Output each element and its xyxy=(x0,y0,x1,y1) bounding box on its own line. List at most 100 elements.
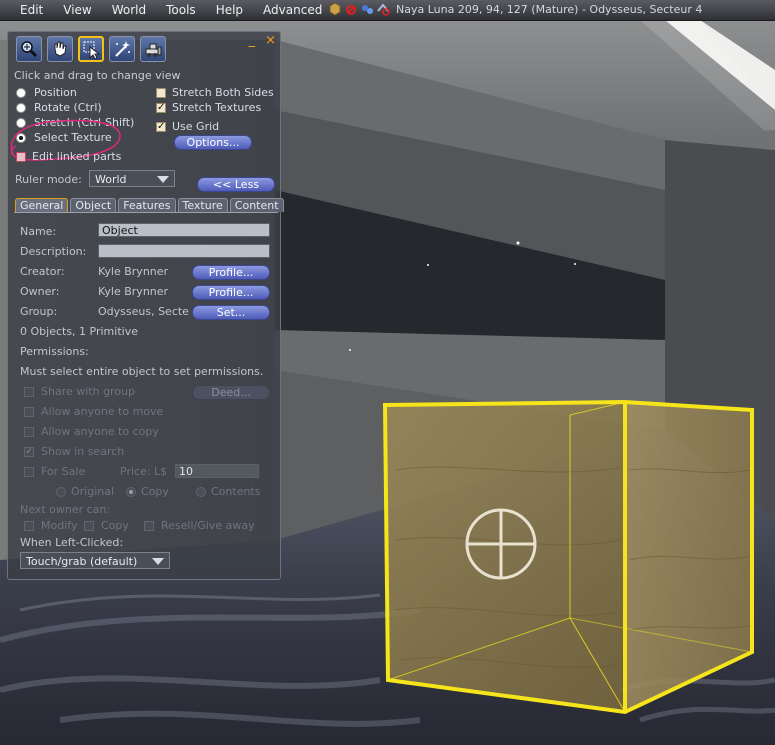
deed-button[interactable]: Deed... xyxy=(192,385,270,400)
hand-icon xyxy=(54,41,67,57)
radio-original[interactable] xyxy=(56,486,66,497)
show-in-search[interactable]: ✓ Show in search xyxy=(24,445,124,458)
description-field[interactable] xyxy=(98,244,270,258)
for-sale-checkbox[interactable] xyxy=(24,466,34,477)
tab-divider xyxy=(14,212,278,213)
sale-copy-label: Copy xyxy=(141,485,169,498)
allow-copy[interactable]: Allow anyone to copy xyxy=(24,425,159,438)
owner-profile-button[interactable]: Profile... xyxy=(192,285,270,300)
edit-linked-label: Edit linked parts xyxy=(32,150,122,163)
stretch-textures-checkbox[interactable]: ✓ xyxy=(156,102,166,113)
menu-advanced[interactable]: Advanced xyxy=(253,3,332,17)
location-text[interactable]: Naya Luna 209, 94, 127 (Mature) - Odysse… xyxy=(396,3,702,16)
mode-position-label: Position xyxy=(34,86,77,99)
allow-move-label: Allow anyone to move xyxy=(41,405,164,418)
floater-controls: _ × xyxy=(242,33,276,48)
tab-features[interactable]: Features xyxy=(118,198,176,212)
copy-label: Copy xyxy=(101,519,129,532)
permissions-label: Permissions: xyxy=(20,345,89,358)
stretch-both-checkbox[interactable] xyxy=(156,87,166,98)
owner-value: Kyle Brynner xyxy=(98,285,169,298)
status-area: Naya Luna 209, 94, 127 (Mature) - Odysse… xyxy=(328,2,702,16)
stretch-both-sides[interactable]: Stretch Both Sides xyxy=(156,86,274,99)
tab-general[interactable]: General xyxy=(15,198,69,212)
allow-move-checkbox[interactable] xyxy=(24,406,34,417)
next-owner-copy[interactable]: Copy xyxy=(84,519,129,532)
stretch-textures-label: Stretch Textures xyxy=(172,101,262,114)
click-action-value: Touch/grab (default) xyxy=(26,555,138,568)
menu-help[interactable]: Help xyxy=(206,3,253,17)
for-sale[interactable]: For Sale xyxy=(24,465,85,478)
menu-tools[interactable]: Tools xyxy=(156,3,206,17)
selected-object-box[interactable] xyxy=(382,399,754,715)
modify-checkbox[interactable] xyxy=(24,520,34,531)
next-owner-resell[interactable]: Resell/Give away xyxy=(144,519,255,532)
crosshair-logo-icon xyxy=(465,508,537,580)
menu-world[interactable]: World xyxy=(102,3,156,17)
land-tool-button[interactable] xyxy=(140,36,166,62)
creator-label: Creator: xyxy=(20,265,65,278)
copy-checkbox[interactable] xyxy=(84,520,94,531)
radio-copy[interactable] xyxy=(126,486,136,497)
options-button[interactable]: Options... xyxy=(174,135,252,150)
ruler-mode-select[interactable]: World xyxy=(89,170,175,187)
sale-contents-label: Contents xyxy=(211,485,261,498)
no-fly-icon[interactable] xyxy=(376,2,390,16)
bulldozer-icon xyxy=(145,43,162,57)
use-grid-checkbox[interactable]: ✓ xyxy=(156,121,166,132)
allow-move[interactable]: Allow anyone to move xyxy=(24,405,163,418)
resell-checkbox[interactable] xyxy=(144,520,154,531)
mode-position[interactable]: Position xyxy=(16,86,77,99)
share-with-group-label: Share with group xyxy=(41,385,136,398)
sale-original[interactable]: Original xyxy=(56,485,114,498)
tab-texture[interactable]: Texture xyxy=(177,198,228,212)
price-field[interactable]: 10 xyxy=(175,464,259,478)
grab-tool-button[interactable] xyxy=(47,36,73,62)
no-build-icon[interactable] xyxy=(344,2,358,16)
allow-copy-label: Allow anyone to copy xyxy=(41,425,159,438)
show-in-search-checkbox[interactable]: ✓ xyxy=(24,446,34,457)
group-value: Odysseus, Secte xyxy=(98,305,189,318)
tab-object[interactable]: Object xyxy=(70,198,117,212)
sale-contents[interactable]: Contents xyxy=(196,485,260,498)
edit-linked-checkbox[interactable] xyxy=(16,151,26,162)
creator-value: Kyle Brynner xyxy=(98,265,169,278)
creator-profile-button[interactable]: Profile... xyxy=(192,265,270,280)
tool-selector xyxy=(16,36,166,62)
radio-position[interactable] xyxy=(16,87,26,98)
menu-view[interactable]: View xyxy=(53,3,101,17)
minimize-button[interactable]: _ xyxy=(248,33,255,48)
radio-contents[interactable] xyxy=(196,486,206,497)
allow-copy-checkbox[interactable] xyxy=(24,426,34,437)
ruler-mode-label: Ruler mode: xyxy=(15,173,82,186)
group-set-button[interactable]: Set... xyxy=(192,305,270,320)
less-button[interactable]: << Less xyxy=(197,177,275,192)
edit-linked-parts[interactable]: Edit linked parts xyxy=(16,150,121,163)
stretch-textures[interactable]: ✓ Stretch Textures xyxy=(156,101,261,114)
focus-tool-button[interactable] xyxy=(16,36,42,62)
close-button[interactable]: × xyxy=(265,33,276,48)
menu-bar: Edit View World Tools Help Advanced Naya… xyxy=(0,0,775,21)
chevron-down-icon xyxy=(152,558,164,565)
tab-content[interactable]: Content xyxy=(229,198,284,212)
group-label: Group: xyxy=(20,305,58,318)
click-action-select[interactable]: Touch/grab (default) xyxy=(20,552,170,569)
menu-edit[interactable]: Edit xyxy=(0,3,53,17)
radio-rotate[interactable] xyxy=(16,102,26,113)
when-clicked-label: When Left-Clicked: xyxy=(20,536,124,549)
for-sale-label: For Sale xyxy=(41,465,86,478)
name-label: Name: xyxy=(20,225,57,238)
next-owner-modify[interactable]: Modify xyxy=(24,519,77,532)
magnifier-icon xyxy=(21,41,38,58)
name-field[interactable]: Object xyxy=(98,223,270,237)
use-grid[interactable]: ✓ Use Grid xyxy=(156,120,219,133)
share-with-group[interactable]: Share with group xyxy=(24,385,135,398)
share-with-group-checkbox[interactable] xyxy=(24,386,34,397)
permissions-note: Must select entire object to set permiss… xyxy=(20,365,264,378)
edit-tool-button[interactable] xyxy=(78,36,104,62)
create-tool-button[interactable] xyxy=(109,36,135,62)
scripts-icon[interactable] xyxy=(360,2,374,16)
use-grid-label: Use Grid xyxy=(172,120,220,133)
sale-copy[interactable]: Copy xyxy=(126,485,169,498)
magic-wand-icon xyxy=(115,41,130,57)
